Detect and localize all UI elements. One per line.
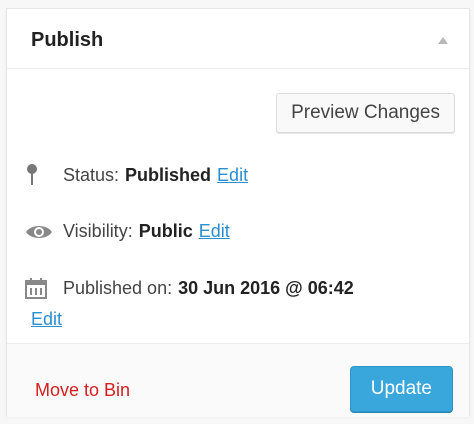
visibility-edit-link[interactable]: Edit (199, 221, 230, 242)
published-row: Published on: 30 Jun 2016 @ 06:42 (25, 277, 459, 299)
published-label: Published on: (63, 277, 173, 298)
preview-changes-button[interactable]: Preview Changes (276, 93, 455, 133)
visibility-label: Visibility: (63, 221, 133, 241)
publish-panel: Publish Preview Changes Status: Publishe… (6, 8, 470, 417)
visibility-value: Public (138, 221, 193, 241)
panel-header: Publish (7, 9, 469, 69)
update-button[interactable]: Update (349, 366, 453, 412)
panel-title: Publish (31, 29, 104, 51)
triangle-up-icon[interactable] (435, 33, 451, 47)
pin-icon (25, 163, 63, 187)
status-label: Status: (63, 164, 120, 185)
move-to-bin-link[interactable]: Move to Bin (35, 380, 130, 401)
status-edit-link[interactable]: Edit (217, 165, 248, 186)
status-value: Published (125, 164, 212, 185)
eye-icon (25, 223, 63, 241)
published-value: 30 Jun 2016 @ 06:42 (178, 277, 354, 298)
published-edit-link[interactable]: Edit (31, 309, 62, 330)
status-row: Status: Published Edit (25, 163, 459, 187)
panel-footer: Move to Bin Update (7, 343, 469, 417)
calendar-icon (25, 277, 63, 299)
visibility-row: Visibility: Public Edit (25, 221, 459, 242)
